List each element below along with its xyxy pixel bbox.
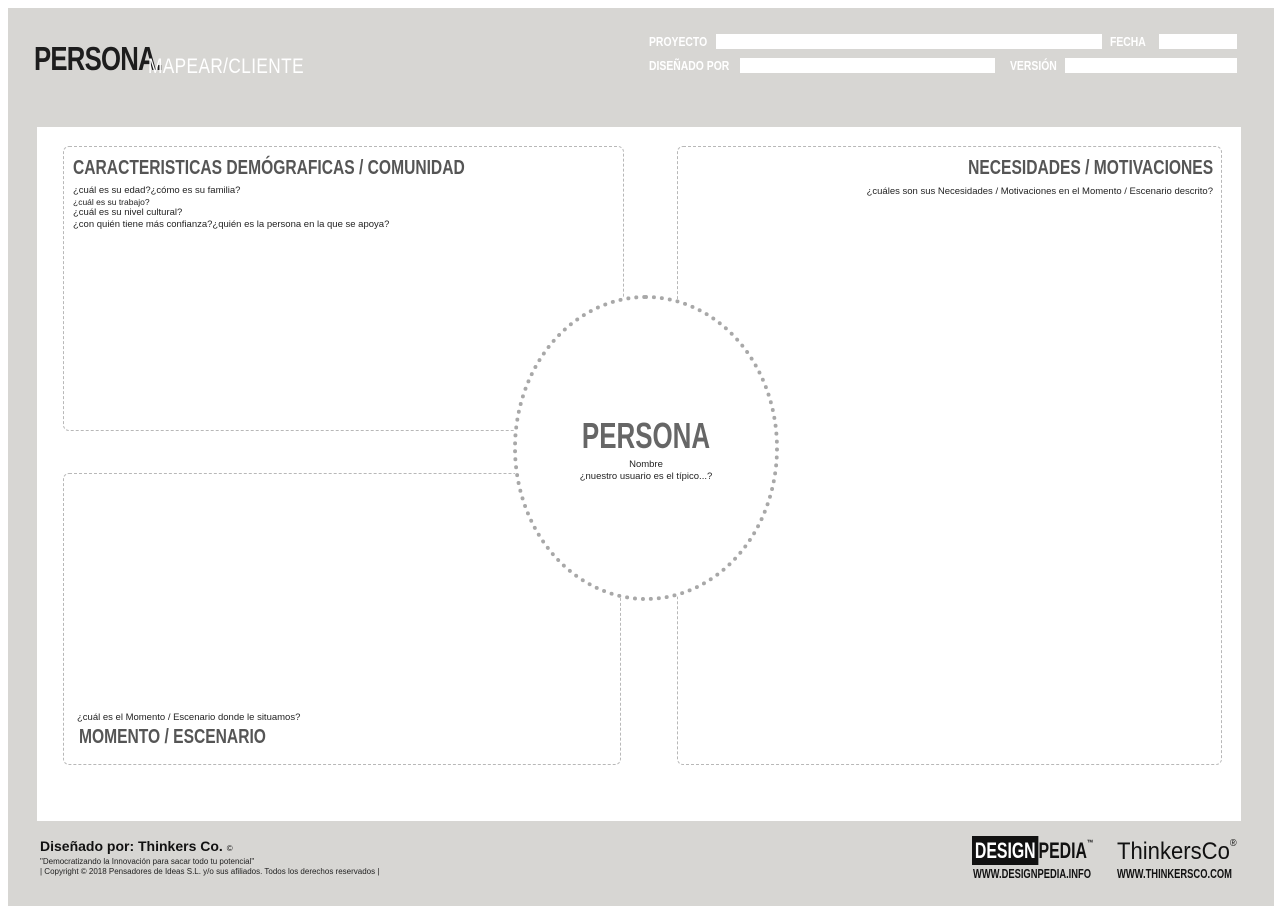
momento-title: MOMENTO / ESCENARIO (79, 726, 266, 748)
designpedia-logo-rest: PEDIA (1038, 838, 1087, 863)
designed-by-text: Diseñado por: Thinkers Co. (40, 838, 223, 854)
fecha-label: FECHA (1110, 34, 1146, 49)
version-field[interactable] (1065, 58, 1237, 73)
tagline: "Democratizando la Innovación para sacar… (40, 857, 255, 866)
necesidades-q1: ¿cuáles son sus Necesidades / Motivacion… (866, 186, 1213, 197)
proyecto-field[interactable] (716, 34, 1102, 49)
demograficas-title: CARACTERISTICAS DEMÓGRAFICAS / COMUNIDAD (73, 157, 465, 179)
demograficas-q4: ¿con quién tiene más confianza?¿quién es… (73, 219, 390, 230)
page-title: PERSONA. (34, 40, 163, 77)
copyright: | Copyright © 2018 Pensadores de Ideas S… (40, 867, 380, 876)
designed-by: Diseñado por: Thinkers Co. © (40, 838, 233, 854)
persona-title: PERSONA (581, 415, 711, 456)
version-label: VERSIÓN (1010, 58, 1057, 73)
designpedia-url[interactable]: WWW.DESIGNPEDIA.INFO (973, 866, 1091, 881)
thinkersco-url[interactable]: WWW.THINKERSCO.COM (1117, 866, 1232, 881)
persona-circle[interactable]: PERSONA Nombre ¿nuestro usuario es el tí… (513, 295, 779, 601)
disenado-field[interactable] (740, 58, 995, 73)
demograficas-q3: ¿cuál es su nivel cultural? (73, 207, 183, 218)
designpedia-logo-boxed: DESIGN (972, 836, 1039, 865)
momento-q1: ¿cuál es el Momento / Escenario donde le… (77, 712, 301, 723)
designed-by-mark: © (226, 844, 233, 853)
demograficas-q1: ¿cuál es su edad?¿cómo es su familia? (73, 185, 241, 196)
proyecto-label: PROYECTO (649, 34, 708, 49)
page-subtitle: MAPEAR/CLIENTE (148, 55, 304, 78)
disenado-label: DISEÑADO POR (649, 58, 730, 73)
fecha-field[interactable] (1159, 34, 1237, 49)
thinkersco-logo: ThinkersCo® (1117, 838, 1237, 866)
thinkersco-logo-text: ThinkersCo (1117, 838, 1230, 865)
thinkersco-logo-mark: ® (1229, 838, 1237, 849)
designpedia-logo: DESIGN PEDIA™ (972, 836, 1094, 865)
persona-question: ¿nuestro usuario es el típico...? (579, 471, 713, 482)
designpedia-logo-tm: ™ (1086, 838, 1094, 848)
demograficas-q2: ¿cuál es su trabajo? (73, 197, 150, 207)
persona-name-label: Nombre (629, 459, 663, 470)
necesidades-title: NECESIDADES / MOTIVACIONES (967, 157, 1213, 179)
persona-canvas: CARACTERISTICAS DEMÓGRAFICAS / COMUNIDAD… (37, 127, 1241, 821)
